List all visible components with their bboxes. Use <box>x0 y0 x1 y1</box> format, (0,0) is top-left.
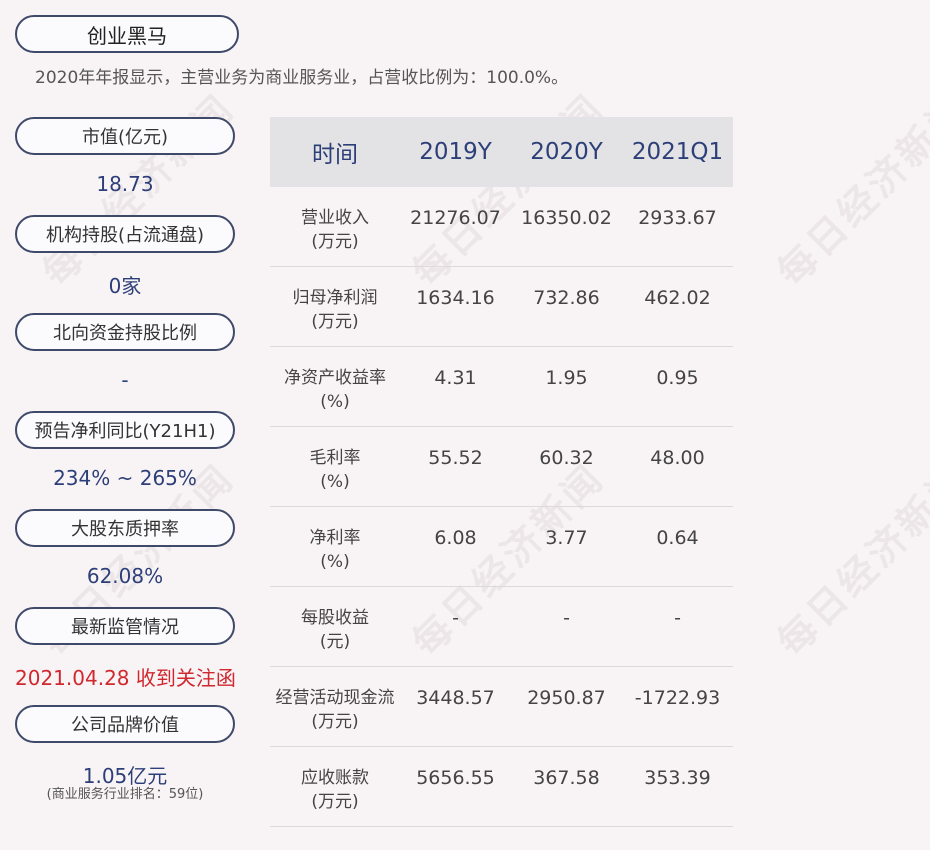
row-unit: (%) <box>320 552 350 572</box>
cell-value: 55.52 <box>428 447 483 469</box>
cell-value: - <box>674 607 681 629</box>
header-2019y: 2019Y <box>419 139 492 165</box>
row-label: 应收账款 (万元) <box>270 747 400 814</box>
cell-value: 6.08 <box>434 527 477 549</box>
cell-value: 4.31 <box>434 367 477 389</box>
metric-label-profit-forecast: 预告净利同比(Y21H1) <box>15 411 235 449</box>
business-summary: 2020年年报显示，主营业务为商业服务业，占营收比例为：100.0%。 <box>35 68 569 88</box>
metric-label-market-cap: 市值(亿元) <box>15 117 235 155</box>
table-row: 营业收入 (万元) 21276.07 16350.02 2933.67 <box>270 187 733 267</box>
cell-value: - <box>452 607 459 629</box>
row-label: 净利率 (%) <box>270 507 400 574</box>
cell-value: 2950.87 <box>527 687 606 709</box>
cell-value: 462.02 <box>644 287 711 309</box>
row-unit: (%) <box>320 392 350 412</box>
table-row: 净利率 (%) 6.08 3.77 0.64 <box>270 507 733 587</box>
metric-label-northbound-holdings: 北向资金持股比例 <box>15 313 235 351</box>
cell-value: 3.77 <box>545 527 588 549</box>
metric-label-brand-value: 公司品牌价值 <box>15 705 235 743</box>
cell-value: - <box>563 607 570 629</box>
row-unit: (元) <box>319 632 351 652</box>
metric-label-institutional-holdings: 机构持股(占流通盘) <box>15 215 235 253</box>
row-name: 净资产收益率 <box>284 368 386 388</box>
cell-value: 367.58 <box>533 767 600 789</box>
row-label: 每股收益 (元) <box>270 587 400 654</box>
row-label: 归母净利润 (万元) <box>270 267 400 334</box>
header-time: 时间 <box>312 142 358 168</box>
table-row: 每股收益 (元) - - - <box>270 587 733 667</box>
metric-label-regulatory-status: 最新监管情况 <box>15 607 235 645</box>
row-label: 营业收入 (万元) <box>270 187 400 254</box>
row-label: 毛利率 (%) <box>270 427 400 494</box>
watermark: 每日经济新闻 <box>768 85 930 295</box>
metric-value-northbound-holdings: - <box>121 368 129 392</box>
cell-value: 1634.16 <box>416 287 495 309</box>
table-header: 时间 2019Y 2020Y 2021Q1 <box>270 117 733 187</box>
cell-value: 732.86 <box>533 287 600 309</box>
table-row: 应收账款 (万元) 5656.55 367.58 353.39 <box>270 747 733 827</box>
table-row: 毛利率 (%) 55.52 60.32 48.00 <box>270 427 733 507</box>
metric-value-institutional-holdings: 0家 <box>108 274 142 298</box>
cell-value: 3448.57 <box>416 687 495 709</box>
row-unit: (万元) <box>311 312 359 332</box>
row-name: 应收账款 <box>301 768 369 788</box>
row-unit: (万元) <box>311 712 359 732</box>
metric-value-market-cap: 18.73 <box>96 172 154 196</box>
row-unit: (万元) <box>311 232 359 252</box>
watermark: 每日经济新闻 <box>768 455 930 665</box>
cell-value: 353.39 <box>644 767 711 789</box>
header-2020y: 2020Y <box>530 139 603 165</box>
metric-label-pledge-ratio: 大股东质押率 <box>15 509 235 547</box>
cell-value: 5656.55 <box>416 767 495 789</box>
cell-value: 16350.02 <box>521 207 612 229</box>
cell-value: 1.95 <box>545 367 588 389</box>
header-2021q1: 2021Q1 <box>631 139 724 165</box>
table-row: 经营活动现金流 (万元) 3448.57 2950.87 -1722.93 <box>270 667 733 747</box>
table-row: 净资产收益率 (%) 4.31 1.95 0.95 <box>270 347 733 427</box>
cell-value: 0.95 <box>656 367 699 389</box>
metric-value-profit-forecast: 234% ~ 265% <box>53 466 197 490</box>
table-row: 归母净利润 (万元) 1634.16 732.86 462.02 <box>270 267 733 347</box>
row-label: 净资产收益率 (%) <box>270 347 400 414</box>
cell-value: 21276.07 <box>410 207 501 229</box>
row-label: 经营活动现金流 (万元) <box>270 667 400 734</box>
company-name-badge: 创业黑马 <box>15 15 239 53</box>
row-name: 净利率 <box>309 528 361 548</box>
row-unit: (万元) <box>311 792 359 812</box>
row-name: 每股收益 <box>301 608 369 628</box>
cell-value: 0.64 <box>656 527 699 549</box>
metric-note-brand-rank: (商业服务行业排名：59位) <box>46 787 204 802</box>
row-name: 毛利率 <box>309 448 361 468</box>
cell-value: 2933.67 <box>638 207 717 229</box>
metric-value-pledge-ratio: 62.08% <box>86 564 164 588</box>
row-unit: (%) <box>320 472 350 492</box>
row-name: 经营活动现金流 <box>275 688 395 708</box>
row-name: 营业收入 <box>301 208 369 228</box>
financial-table: 时间 2019Y 2020Y 2021Q1 营业收入 (万元) 21276.07 … <box>270 117 733 827</box>
cell-value: 48.00 <box>650 447 705 469</box>
cell-value: -1722.93 <box>634 687 721 709</box>
metric-value-regulatory-status: 2021.04.28 收到关注函 <box>15 666 236 690</box>
row-name: 归母净利润 <box>292 288 378 308</box>
cell-value: 60.32 <box>539 447 594 469</box>
